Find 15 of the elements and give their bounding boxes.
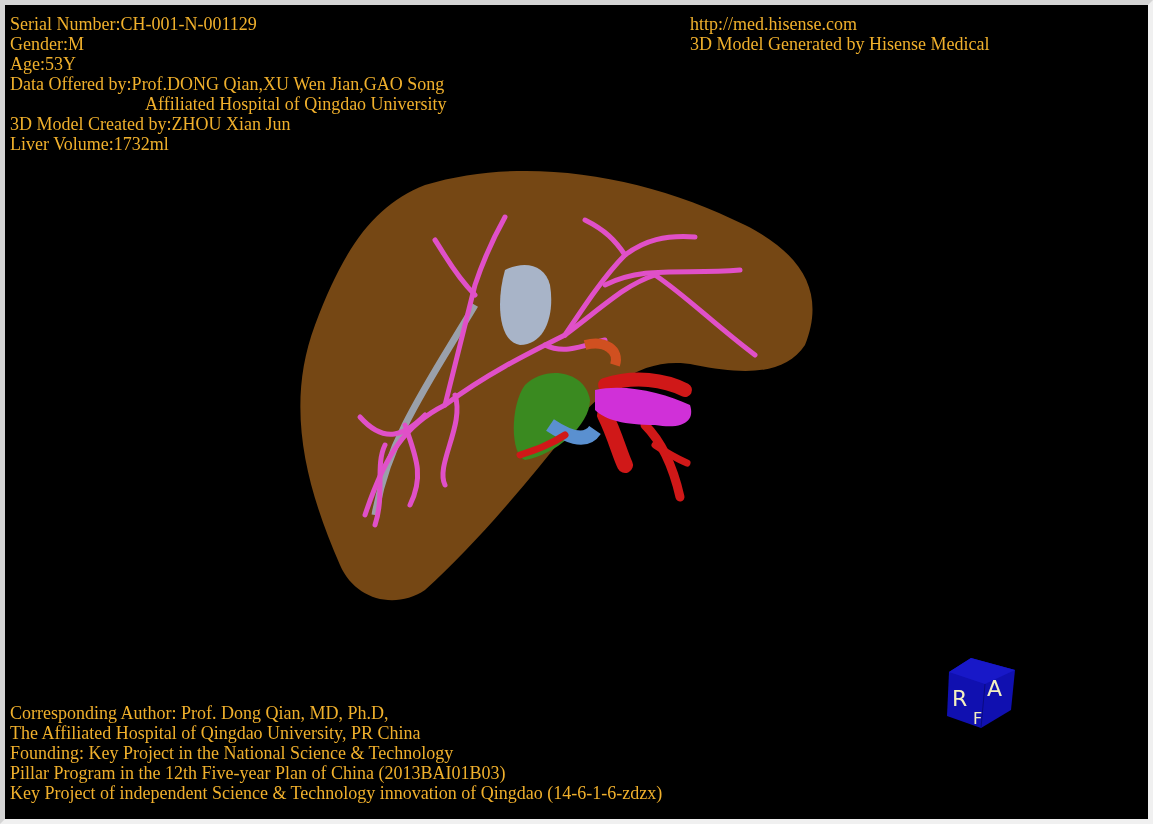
credit-text: Founding: Key Project in the National Science & Technology (10, 743, 454, 763)
info-text: Gender:M (10, 34, 84, 54)
info-text: 3D Model Created by:ZHOU Xian Jun (10, 114, 291, 134)
brand-text: http://med.hisense.com (690, 14, 857, 34)
info-text: Serial Number:CH-001-N-001129 (10, 14, 257, 34)
credit-text: Pillar Program in the 12th Five-year Plan of China (2013BAI01B03) (10, 763, 506, 783)
brand-text: 3D Model Generated by Hisense Medical (690, 34, 990, 54)
credit-text: Key Project of independent Science & Technology innovation of Qingdao (14-6-1-6-zdzx) (10, 783, 663, 803)
info-text: Liver Volume:1732ml (10, 134, 169, 154)
info-text: Age:53Y (10, 54, 76, 74)
info-text: Affiliated Hospital of Qingdao University (145, 94, 447, 114)
orientation-cube[interactable]: R A F (945, 658, 1017, 730)
credit-text: Corresponding Author: Prof. Dong Qian, MD, Ph.D, (10, 703, 389, 723)
info-text: Data Offered by:Prof.DONG Qian,XU Wen Jian,GAO Song (10, 74, 445, 94)
credit-text: The Affiliated Hospital of Qingdao University, PR China (10, 723, 421, 743)
